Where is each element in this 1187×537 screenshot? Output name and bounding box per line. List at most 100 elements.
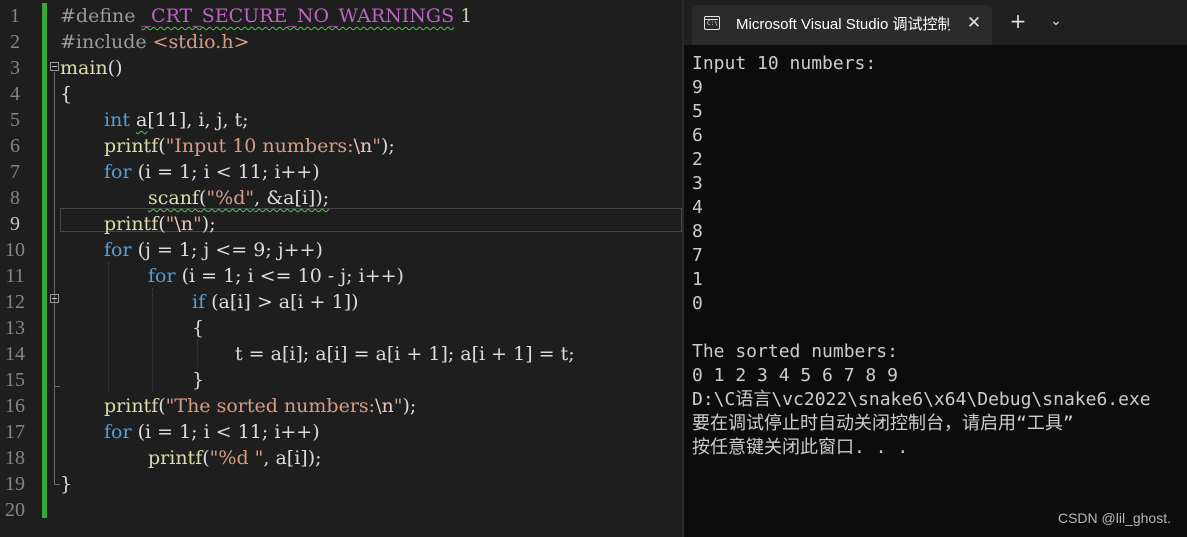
code-line-15[interactable]: } [60, 367, 204, 393]
fold-guide-line [54, 72, 55, 484]
new-tab-plus-icon[interactable]: + [1006, 9, 1030, 33]
terminal-tab-bar: Microsoft Visual Studio 调试控制台 ✕ + ⌄ [684, 0, 1187, 45]
watermark-text: CSDN @lil_ghost. [1057, 510, 1171, 526]
line-number: 13 [5, 317, 25, 339]
code-line-4[interactable]: { [60, 81, 72, 107]
debug-console-window[interactable]: Microsoft Visual Studio 调试控制台 ✕ + ⌄ Inpu… [684, 0, 1187, 537]
console-tab[interactable]: Microsoft Visual Studio 调试控制台 ✕ [692, 5, 992, 45]
string-literal: "The sorted numbers: [165, 395, 376, 417]
line-number: 1 [10, 5, 20, 27]
string-literal: " [193, 213, 202, 235]
code-line-16[interactable]: printf("The sorted numbers:\n"); [60, 393, 416, 419]
code-line-5[interactable]: int a[11], i, j, t; [60, 107, 249, 133]
chevron-down-icon[interactable]: ⌄ [1044, 9, 1068, 33]
code-line-11[interactable]: for (i = 1; i <= 10 - j; i++) [60, 263, 404, 289]
code-text: ( [158, 135, 166, 157]
code-text: ( [158, 395, 166, 417]
keyword: for [104, 161, 132, 183]
close-icon[interactable]: ✕ [962, 11, 986, 35]
line-number: 10 [5, 239, 25, 261]
keyword: for [148, 265, 176, 287]
string-literal: "Input 10 numbers: [165, 135, 354, 157]
code-text: (i = 1; i < 11; i++) [131, 161, 320, 183]
keyword: if [192, 291, 206, 313]
line-number-active: 9 [10, 213, 20, 235]
code-line-6[interactable]: printf("Input 10 numbers:\n"); [60, 133, 395, 159]
escape-sequence: \n [353, 135, 373, 157]
collapse-if-block-icon[interactable] [50, 294, 59, 303]
console-output-line: 0 1 2 3 4 5 6 7 8 9 [692, 365, 898, 386]
code-text: , a[i]); [263, 447, 322, 469]
console-output[interactable]: Input 10 numbers: 9 5 6 2 3 4 8 7 1 0 Th… [692, 52, 1187, 460]
console-output-line: 2 [692, 149, 703, 170]
string-literal: " [372, 135, 381, 157]
function-name: scanf [148, 187, 199, 209]
function-name: printf [148, 447, 203, 469]
console-app-icon [704, 16, 720, 30]
code-line-13[interactable]: { [60, 315, 204, 341]
escape-sequence: \n [375, 395, 394, 417]
macro-name: _CRT_SECURE_NO_WARNINGS [141, 5, 455, 27]
code-editor[interactable]: 1 2 3 4 5 6 7 8 9 10 11 12 13 14 15 16 1… [0, 0, 682, 537]
console-output-line: 0 [692, 293, 703, 314]
keyword: for [104, 239, 132, 261]
string-literal: "%d" [206, 187, 255, 209]
code-text: { [192, 317, 205, 339]
console-output-line: 8 [692, 221, 703, 242]
keyword: for [104, 421, 132, 443]
collapse-main-icon[interactable] [50, 62, 59, 71]
console-output-line: 按任意键关闭此窗口. . . [692, 437, 909, 458]
code-line-2[interactable]: #include <stdio.h> [60, 29, 250, 55]
code-text: ); [402, 395, 417, 417]
function-name: printf [104, 135, 159, 157]
number-literal: 1 [454, 5, 473, 27]
line-number: 2 [10, 31, 20, 53]
function-name: printf [104, 395, 159, 417]
code-line-1[interactable]: #define _CRT_SECURE_NO_WARNINGS 1 [60, 3, 472, 29]
line-number: 8 [10, 187, 20, 209]
code-line-7[interactable]: for (i = 1; i < 11; i++) [60, 159, 320, 185]
code-text: (j = 1; j <= 9; j++) [131, 239, 323, 261]
code-line-14[interactable]: t = a[i]; a[i] = a[i + 1]; a[i + 1] = t; [60, 341, 575, 367]
console-output-line: Input 10 numbers: [692, 53, 877, 74]
code-line-19[interactable]: } [60, 471, 72, 497]
code-text: } [192, 369, 205, 391]
code-text: ( [202, 447, 210, 469]
code-line-3[interactable]: main() [60, 55, 123, 81]
escape-sequence: \n [174, 213, 194, 235]
include-header: <stdio.h> [152, 31, 250, 53]
code-text: () [107, 57, 123, 79]
line-number: 6 [10, 135, 20, 157]
code-line-17[interactable]: for (i = 1; i < 11; i++) [60, 419, 320, 445]
console-output-line: 要在调试停止时自动关闭控制台，请启用“工具” [692, 413, 1074, 434]
code-line-12[interactable]: if (a[i] > a[i + 1]) [60, 289, 359, 315]
console-output-line: 4 [692, 197, 703, 218]
code-line-9[interactable]: printf("\n"); [60, 211, 216, 237]
code-line-18[interactable]: printf("%d ", a[i]); [60, 445, 322, 471]
code-text: { [60, 83, 73, 105]
console-tab-title: Microsoft Visual Studio 调试控制台 [736, 16, 950, 33]
line-number: 11 [5, 265, 25, 287]
code-text: ); [380, 135, 395, 157]
preprocessor-directive: #define [60, 5, 142, 27]
console-output-line: D:\C语言\vc2022\snake6\x64\Debug\snake6.ex… [692, 389, 1151, 410]
string-literal: "%d " [209, 447, 264, 469]
code-text: (a[i] > a[i + 1]) [205, 291, 359, 313]
line-number: 18 [5, 447, 25, 469]
function-name: printf [104, 213, 159, 235]
line-number: 4 [10, 83, 20, 105]
line-number: 3 [10, 57, 20, 79]
code-text: t = a[i]; a[i] = a[i + 1]; a[i + 1] = t; [235, 343, 575, 365]
code-text: [11], i, j, t; [147, 109, 249, 131]
line-number-gutter: 1 2 3 4 5 6 7 8 9 10 11 12 13 14 15 16 1… [0, 0, 36, 537]
function-name: main [60, 57, 108, 79]
keyword: int [104, 109, 130, 131]
code-line-8[interactable]: scanf("%d", &a[i]); [60, 185, 329, 211]
console-output-line: 3 [692, 173, 703, 194]
line-number: 19 [5, 473, 25, 495]
line-number: 17 [5, 421, 25, 443]
variable-warning: a [136, 109, 148, 131]
line-number: 12 [5, 291, 25, 313]
code-line-10[interactable]: for (j = 1; j <= 9; j++) [60, 237, 323, 263]
